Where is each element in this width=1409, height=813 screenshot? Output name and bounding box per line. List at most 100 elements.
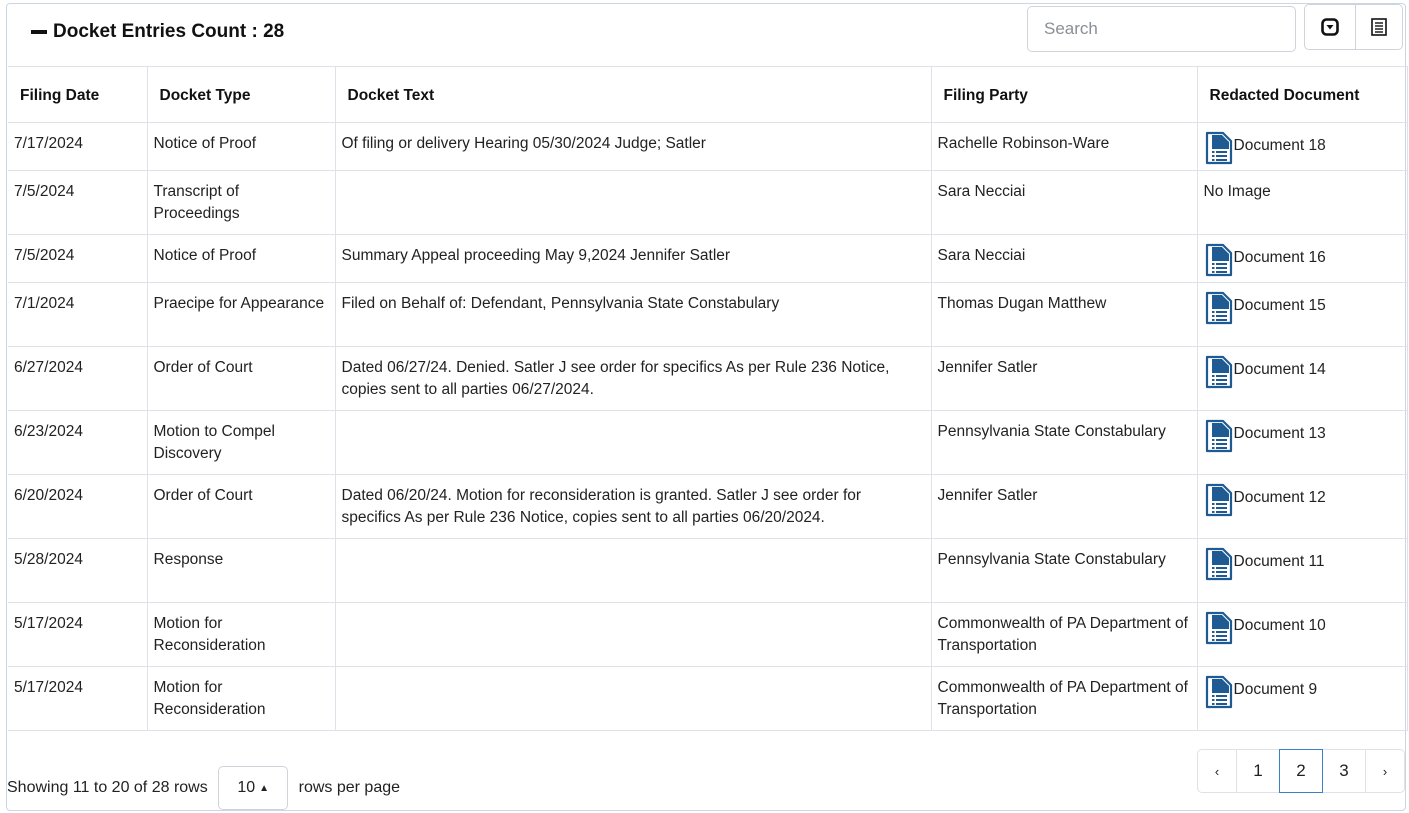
cell-filing-party: Rachelle Robinson-Ware — [930, 122, 1198, 171]
cell-filing-party: Commonwealth of PA Department of Transpo… — [930, 666, 1198, 731]
document-label: Document 16 — [1233, 249, 1326, 266]
document-link[interactable]: Document 13 — [1204, 419, 1401, 453]
table-row: 6/20/2024 Order of Court Dated 06/20/24. M… — [8, 474, 1408, 539]
cell-filing-party: Commonwealth of PA Department of Transpo… — [930, 602, 1198, 667]
cell-docket-type: Notice of Proof — [146, 234, 336, 283]
col-header-docket-type[interactable]: Docket Type — [146, 66, 336, 123]
table-row: 7/1/2024 Praecipe for Appearance Filed on … — [8, 282, 1408, 347]
cell-docket-text — [334, 410, 932, 475]
col-header-filing-date[interactable]: Filing Date — [8, 66, 148, 123]
columns-button[interactable] — [1355, 4, 1403, 50]
cell-redacted-document: Document 9 — [1196, 666, 1408, 731]
pagination: ‹ 1 2 3 › — [1197, 749, 1405, 793]
rows-per-page-value: 10 — [237, 779, 256, 796]
col-header-redacted-document[interactable]: Redacted Document — [1196, 66, 1408, 123]
col-header-docket-text[interactable]: Docket Text — [334, 66, 932, 123]
cell-docket-text — [334, 666, 932, 731]
cell-redacted-document: Document 12 — [1196, 474, 1408, 539]
minus-icon[interactable] — [31, 30, 47, 34]
docket-table: Filing Date Docket Type Docket Text Fili… — [8, 66, 1408, 731]
cell-docket-type: Transcript of Proceedings — [146, 170, 336, 235]
pagination-info: Showing 11 to 20 of 28 rows 10 ▲ rows per… — [7, 766, 400, 810]
panel-title[interactable]: Docket Entries Count : 28 — [31, 21, 284, 43]
cell-redacted-document: Document 18 — [1196, 122, 1408, 171]
cell-filing-date: 5/17/2024 — [8, 602, 148, 667]
next-page-button[interactable]: › — [1365, 749, 1405, 793]
document-icon — [1205, 611, 1232, 645]
table-row: 5/17/2024 Motion for Reconsideration Commo… — [8, 602, 1408, 667]
toggle-icon — [1321, 18, 1339, 36]
cell-redacted-document: Document 11 — [1196, 538, 1408, 603]
cell-filing-party: Pennsylvania State Constabulary — [930, 410, 1198, 475]
cell-redacted-document: Document 15 — [1196, 282, 1408, 347]
cell-redacted-document: No Image — [1196, 170, 1408, 235]
page-button[interactable]: 2 — [1279, 749, 1323, 793]
document-link[interactable]: Document 9 — [1204, 675, 1401, 709]
columns-list-icon — [1371, 18, 1387, 36]
cell-docket-type: Order of Court — [146, 474, 336, 539]
page-button[interactable]: 1 — [1236, 749, 1280, 793]
cell-redacted-document: Document 10 — [1196, 602, 1408, 667]
document-label: Document 14 — [1233, 361, 1326, 378]
cell-docket-type: Motion for Reconsideration — [146, 666, 336, 731]
cell-filing-date: 7/5/2024 — [8, 170, 148, 235]
page-button[interactable]: 3 — [1322, 749, 1366, 793]
document-icon — [1205, 419, 1232, 453]
document-icon — [1205, 675, 1232, 709]
cell-docket-type: Order of Court — [146, 346, 336, 411]
cell-redacted-document: Document 13 — [1196, 410, 1408, 475]
document-icon — [1205, 483, 1232, 517]
document-link[interactable]: Document 18 — [1204, 131, 1401, 165]
document-link[interactable]: Document 11 — [1204, 547, 1401, 581]
document-icon — [1205, 547, 1232, 581]
cell-docket-text: Dated 06/27/24. Denied. Satler J see ord… — [334, 346, 932, 411]
title-text: Docket Entries Count : 28 — [53, 21, 285, 42]
table-row: 7/5/2024 Notice of Proof Summary Appeal pr… — [8, 234, 1408, 283]
cell-docket-text: Of filing or delivery Hearing 05/30/2024… — [334, 122, 932, 171]
cell-filing-date: 7/5/2024 — [8, 234, 148, 283]
document-icon — [1205, 131, 1232, 165]
rows-per-page-dropdown[interactable]: 10 ▲ — [218, 766, 289, 810]
cell-filing-party: Thomas Dugan Matthew — [930, 282, 1198, 347]
cell-docket-text — [334, 538, 932, 603]
cell-docket-type: Motion to Compel Discovery — [146, 410, 336, 475]
document-link[interactable]: Document 16 — [1204, 243, 1401, 277]
cell-filing-date: 6/23/2024 — [8, 410, 148, 475]
cell-docket-type: Notice of Proof — [146, 122, 336, 171]
no-image-label: No Image — [1203, 183, 1271, 200]
document-label: Document 18 — [1233, 137, 1326, 154]
table-row: 6/23/2024 Motion to Compel Discovery Penns… — [8, 410, 1408, 475]
cell-docket-type: Response — [146, 538, 336, 603]
document-link[interactable]: Document 14 — [1204, 355, 1401, 389]
document-icon — [1205, 355, 1232, 389]
toggle-view-button[interactable] — [1304, 4, 1356, 50]
document-link[interactable]: Document 10 — [1204, 611, 1401, 645]
table-header-row: Filing Date Docket Type Docket Text Fili… — [8, 66, 1408, 123]
cell-redacted-document: Document 14 — [1196, 346, 1408, 411]
cell-filing-party: Pennsylvania State Constabulary — [930, 538, 1198, 603]
cell-filing-date: 7/1/2024 — [8, 282, 148, 347]
table-footer: Showing 11 to 20 of 28 rows 10 ▲ rows per… — [7, 736, 1405, 810]
cell-filing-party: Jennifer Satler — [930, 474, 1198, 539]
document-link[interactable]: Document 15 — [1204, 291, 1401, 325]
cell-filing-party: Sara Necciai — [930, 170, 1198, 235]
search-input[interactable] — [1027, 6, 1296, 52]
cell-docket-type: Praecipe for Appearance — [146, 282, 336, 347]
document-label: Document 15 — [1233, 297, 1326, 314]
document-label: Document 11 — [1233, 553, 1325, 570]
document-label: Document 10 — [1233, 617, 1326, 634]
cell-filing-date: 5/17/2024 — [8, 666, 148, 731]
document-link[interactable]: Document 12 — [1204, 483, 1401, 517]
previous-page-button[interactable]: ‹ — [1197, 749, 1237, 793]
cell-filing-date: 6/27/2024 — [8, 346, 148, 411]
table-row: 7/17/2024 Notice of Proof Of filing or del… — [8, 122, 1408, 171]
showing-text: Showing 11 to 20 of 28 rows — [7, 779, 208, 796]
docket-panel: Docket Entries Count : 28 Search Filing … — [6, 3, 1408, 811]
table-row: 7/5/2024 Transcript of Proceedings Sara Ne… — [8, 170, 1408, 235]
document-label: Document 12 — [1233, 489, 1326, 506]
cell-docket-text — [334, 170, 932, 235]
table-row: 6/27/2024 Order of Court Dated 06/27/24. D… — [8, 346, 1408, 411]
caret-up-icon: ▲ — [259, 782, 270, 794]
cell-filing-party: Jennifer Satler — [930, 346, 1198, 411]
col-header-filing-party[interactable]: Filing Party — [930, 66, 1198, 123]
